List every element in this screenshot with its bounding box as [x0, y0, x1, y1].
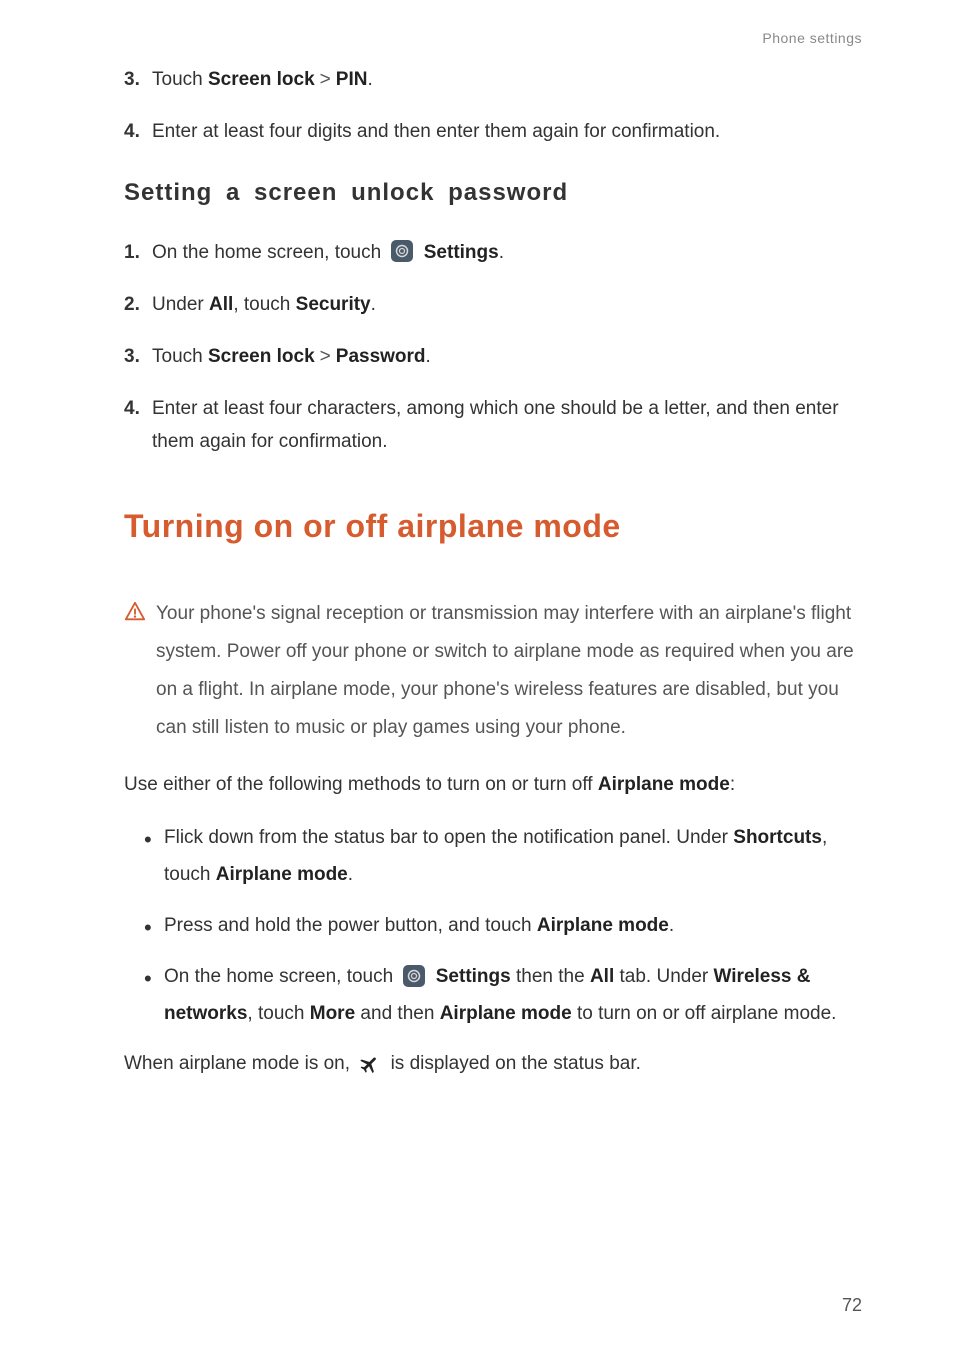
step-body: Touch Screen lock>Password. [152, 341, 862, 373]
text: . [426, 346, 431, 367]
text: Touch [152, 346, 208, 367]
airplane-mode-label: Airplane mode [216, 864, 348, 885]
text: tab. Under [614, 966, 713, 987]
breadcrumb: Phone settings [124, 30, 862, 46]
text: Flick down from the status bar to open t… [164, 827, 733, 848]
subheading-password: Setting a screen unlock password [124, 179, 862, 207]
all-label: All [209, 294, 233, 315]
step-number: 3. [124, 341, 152, 373]
text: and then [355, 1003, 440, 1024]
step-body: Touch Screen lock>PIN. [152, 64, 862, 96]
text: then the [511, 966, 590, 987]
shortcuts-label: Shortcuts [733, 827, 822, 848]
text: . [499, 242, 504, 263]
airplane-icon [359, 1052, 381, 1074]
text: . [669, 915, 674, 936]
airplane-mode-label: Airplane mode [537, 915, 669, 936]
text: is displayed on the status bar. [391, 1053, 641, 1074]
step-number: 2. [124, 289, 152, 321]
text: When airplane mode is on, [124, 1053, 355, 1074]
text: . [348, 864, 353, 885]
warning-icon [124, 595, 156, 747]
security-label: Security [296, 294, 371, 315]
airplane-mode-label: Airplane mode [440, 1003, 572, 1024]
text: , touch [233, 294, 295, 315]
closing-paragraph: When airplane mode is on, is displayed o… [124, 1046, 862, 1082]
step-body: Under All, touch Security. [152, 289, 862, 321]
step-pw-3: 3. Touch Screen lock>Password. [124, 341, 862, 373]
chevron-separator: > [315, 346, 336, 367]
step-pw-1: 1. On the home screen, touch Settings. [124, 237, 862, 269]
step-body: Enter at least four digits and then ente… [152, 116, 862, 148]
text: : [730, 774, 735, 795]
step-number: 4. [124, 393, 152, 458]
text: Use either of the following methods to t… [124, 774, 598, 795]
more-label: More [310, 1003, 355, 1024]
warning-text: Your phone's signal reception or transmi… [156, 595, 862, 747]
page-number: 72 [842, 1295, 862, 1316]
settings-icon [402, 964, 426, 988]
step-body: Enter at least four characters, among wh… [152, 393, 862, 458]
text: . [367, 69, 372, 90]
all-label: All [590, 966, 614, 987]
section-title-airplane: Turning on or off airplane mode [124, 508, 862, 545]
list-item: Press and hold the power button, and tou… [144, 907, 862, 944]
list-item: On the home screen, touch Settings then … [144, 958, 862, 1032]
step-number: 1. [124, 237, 152, 269]
step-pw-2: 2. Under All, touch Security. [124, 289, 862, 321]
text: Under [152, 294, 209, 315]
screen-lock-label: Screen lock [208, 346, 315, 367]
text: . [371, 294, 376, 315]
document-page: Phone settings 3. Touch Screen lock>PIN.… [0, 0, 954, 1352]
list-item: Flick down from the status bar to open t… [144, 819, 862, 893]
warning-block: Your phone's signal reception or transmi… [124, 595, 862, 747]
step-body: On the home screen, touch Settings. [152, 237, 862, 269]
step-pin-3: 3. Touch Screen lock>PIN. [124, 64, 862, 96]
step-pin-4: 4. Enter at least four digits and then e… [124, 116, 862, 148]
password-label: Password [336, 346, 426, 367]
settings-label: Settings [436, 966, 511, 987]
pin-label: PIN [336, 69, 368, 90]
text: On the home screen, touch [164, 966, 398, 987]
step-pw-4: 4. Enter at least four characters, among… [124, 393, 862, 458]
screen-lock-label: Screen lock [208, 69, 315, 90]
text: Press and hold the power button, and tou… [164, 915, 537, 936]
settings-label: Settings [424, 242, 499, 263]
text: Touch [152, 69, 208, 90]
method-list: Flick down from the status bar to open t… [144, 819, 862, 1032]
chevron-separator: > [315, 69, 336, 90]
settings-icon [390, 239, 414, 263]
intro-paragraph: Use either of the following methods to t… [124, 767, 862, 803]
step-number: 4. [124, 116, 152, 148]
text: to turn on or off airplane mode. [572, 1003, 837, 1024]
text: , touch [247, 1003, 309, 1024]
text: On the home screen, touch [152, 242, 386, 263]
step-number: 3. [124, 64, 152, 96]
airplane-mode-label: Airplane mode [598, 774, 730, 795]
